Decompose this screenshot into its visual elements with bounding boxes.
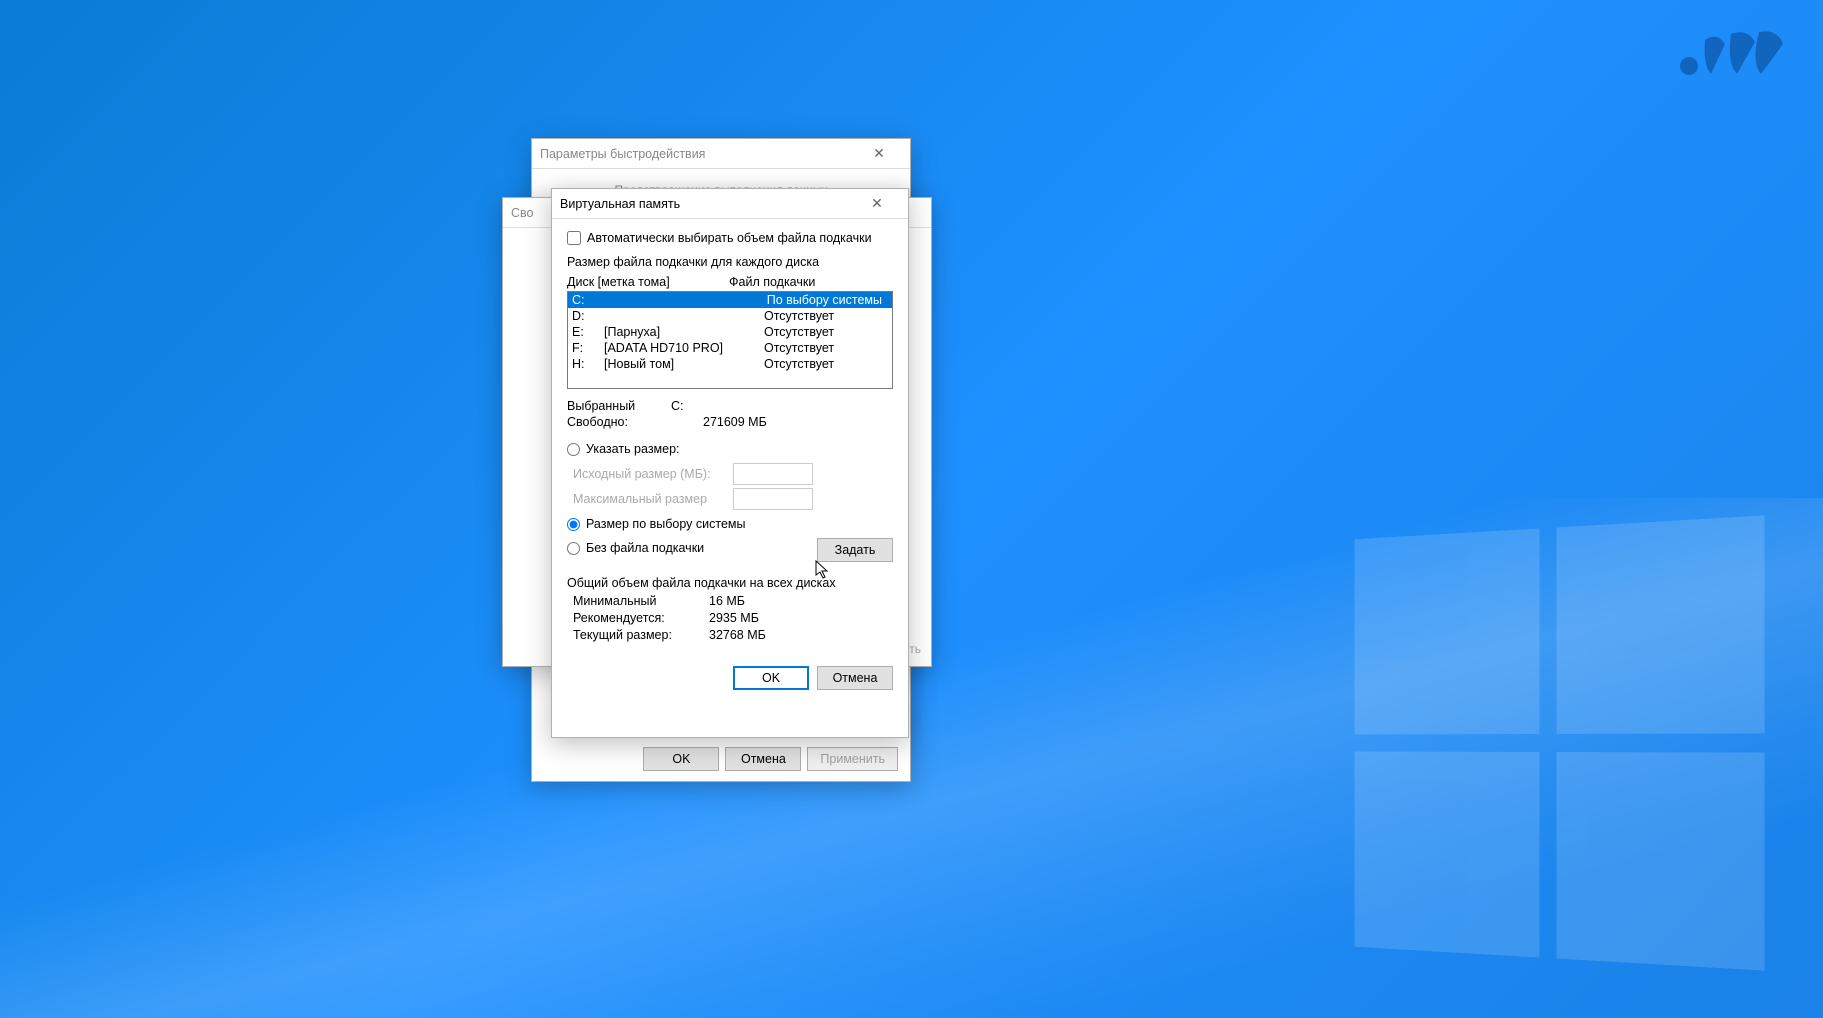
cur-value: 32768 МБ	[709, 628, 766, 642]
radio-system-input[interactable]	[567, 518, 580, 531]
max-size-label: Максимальный размер	[573, 492, 733, 506]
selected-drive-label: Выбранный	[567, 399, 671, 413]
window-title: Виртуальная память	[560, 197, 854, 211]
watermark-logo	[1677, 28, 1787, 90]
disk-pagefile: Отсутствует	[764, 324, 888, 340]
close-icon[interactable]: ✕	[856, 139, 902, 169]
free-space-label: Свободно:	[567, 415, 703, 429]
disk-pagefile: По выбору системы	[764, 292, 888, 308]
radio-system-label: Размер по выбору системы	[586, 517, 746, 531]
disk-row[interactable]: C: По выбору системы	[568, 292, 892, 308]
rec-label: Рекомендуется:	[573, 611, 709, 625]
disk-label: [Парнуха]	[604, 324, 764, 340]
max-size-input	[733, 488, 813, 510]
rec-value: 2935 МБ	[709, 611, 759, 625]
disk-label	[604, 292, 764, 308]
col-file: Файл подкачки	[729, 275, 893, 289]
cancel-button[interactable]: Отмена	[817, 666, 893, 690]
disk-drive: H:	[572, 356, 604, 372]
button-fragment: ть	[909, 642, 921, 656]
radio-custom-label: Указать размер:	[586, 442, 680, 456]
windows-logo-icon	[1354, 515, 1764, 970]
disk-list[interactable]: C:По выбору системыD:ОтсутствуетE:[Парну…	[567, 291, 893, 389]
disk-drive: E:	[572, 324, 604, 340]
disk-row[interactable]: E:[Парнуха]Отсутствует	[568, 324, 892, 340]
col-disk: Диск [метка тома]	[567, 275, 729, 289]
min-value: 16 МБ	[709, 594, 745, 608]
disk-pagefile: Отсутствует	[764, 340, 888, 356]
auto-manage-input[interactable]	[567, 231, 581, 245]
disk-label: [Новый том]	[604, 356, 764, 372]
virtual-memory-window: Виртуальная память ✕ Автоматически выбир…	[551, 188, 909, 738]
free-space-value: 271609 МБ	[703, 415, 767, 429]
set-button[interactable]: Задать	[817, 538, 893, 562]
radio-custom-input[interactable]	[567, 443, 580, 456]
close-icon[interactable]: ✕	[854, 189, 900, 219]
radio-custom-size[interactable]: Указать размер:	[567, 439, 893, 459]
disk-row[interactable]: F:[ADATA HD710 PRO]Отсутствует	[568, 340, 892, 356]
ok-button[interactable]: OK	[643, 747, 719, 771]
disk-pagefile: Отсутствует	[764, 308, 888, 324]
disk-drive: F:	[572, 340, 604, 356]
radio-system-managed[interactable]: Размер по выбору системы	[567, 514, 893, 534]
radio-none-label: Без файла подкачки	[586, 541, 704, 555]
ok-button[interactable]: OK	[733, 666, 809, 690]
cancel-button[interactable]: Отмена	[725, 747, 801, 771]
radio-none-input[interactable]	[567, 542, 580, 555]
disk-pagefile: Отсутствует	[764, 356, 888, 372]
disk-drive: D:	[572, 308, 604, 324]
cur-label: Текущий размер:	[573, 628, 709, 642]
initial-size-input	[733, 463, 813, 485]
initial-size-label: Исходный размер (МБ):	[573, 467, 733, 481]
disk-row[interactable]: H:[Новый том]Отсутствует	[568, 356, 892, 372]
window-title: Параметры быстродействия	[540, 147, 856, 161]
total-group-label: Общий объем файла подкачки на всех диска…	[567, 576, 893, 590]
disk-label	[604, 308, 764, 324]
titlebar[interactable]: Виртуальная память ✕	[552, 189, 908, 219]
disk-label: [ADATA HD710 PRO]	[604, 340, 764, 356]
disk-drive: C:	[572, 292, 604, 308]
disk-row[interactable]: D: Отсутствует	[568, 308, 892, 324]
pagefile-group-label: Размер файла подкачки для каждого диска	[567, 255, 893, 269]
auto-manage-label: Автоматически выбирать объем файла подка…	[587, 231, 872, 245]
auto-manage-checkbox[interactable]: Автоматически выбирать объем файла подка…	[567, 231, 893, 245]
apply-button: Применить	[807, 747, 898, 771]
selected-drive-value: C:	[671, 399, 684, 413]
titlebar[interactable]: Параметры быстродействия ✕	[532, 139, 910, 169]
disk-list-header: Диск [метка тома] Файл подкачки	[567, 273, 893, 291]
min-label: Минимальный	[573, 594, 709, 608]
